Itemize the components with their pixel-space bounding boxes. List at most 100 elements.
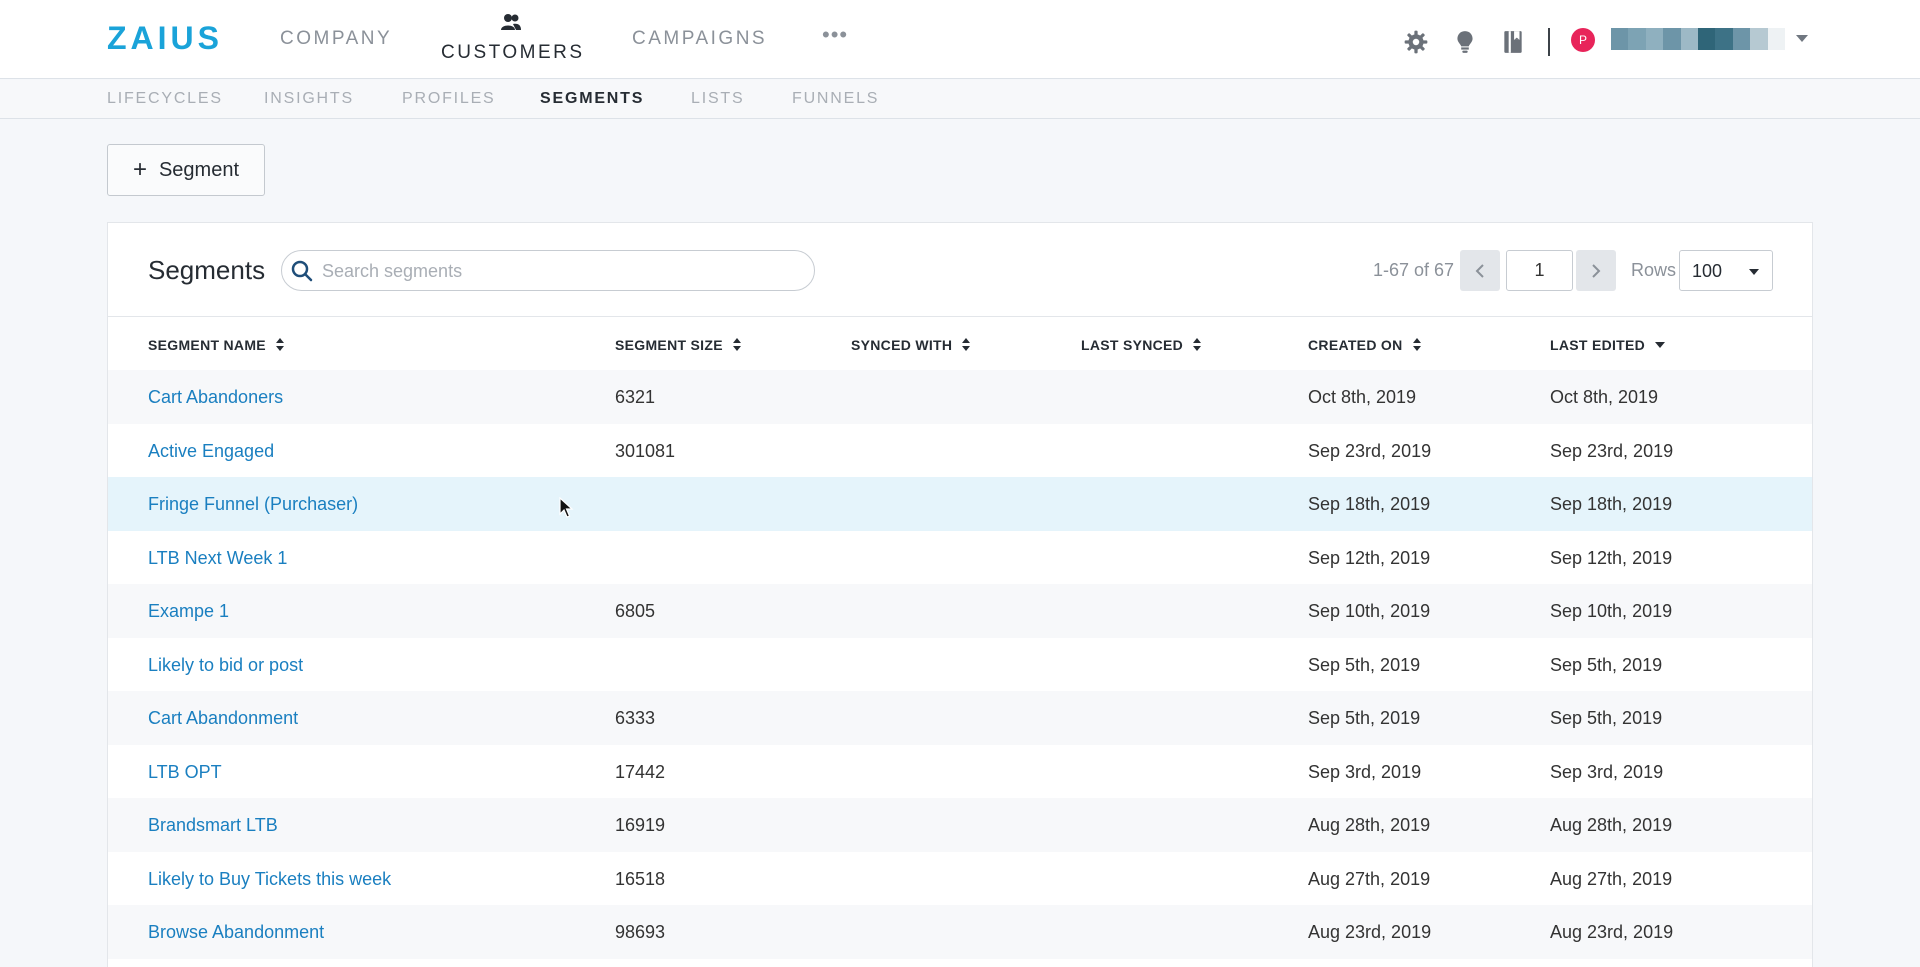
panel-title: Segments [148,255,266,285]
last-edited: Sep 12th, 2019 [1550,547,1673,568]
sort-icon [275,338,284,352]
segment-name-link[interactable]: Cart Abandonment [148,708,298,729]
subnav-lifecycles[interactable]: LIFECYCLES [107,90,223,108]
table-header: SEGMENT NAME SEGMENT SIZE SYNCED WITH LA… [108,316,1812,370]
segment-size: 16919 [615,815,666,835]
segments-panel: Segments 1-67 of 67 1 Rows 100 SEGMENT N… [107,222,1813,967]
header-divider [1548,28,1550,56]
created-on: Sep 12th, 2019 [1308,547,1431,568]
table-row[interactable]: LTB Next Week 1 Sep 12th, 2019 Sep 12th, 2… [108,530,1812,584]
last-edited: Oct 8th, 2019 [1550,387,1659,407]
created-on: Aug 27th, 2019 [1308,868,1431,889]
gear-icon[interactable] [1403,29,1429,55]
table-body: Cart Abandoners 6321 Oct 8th, 2019 Oct 8th,… [108,370,1812,959]
rows-per-page-select[interactable]: 100 [1679,250,1773,291]
next-page-button[interactable] [1576,250,1616,291]
pagination-summary: 1-67 of 67 [1373,260,1455,280]
table-row[interactable]: Cart Abandoners 6321 Oct 8th, 2019 Oct 8th,… [108,370,1812,424]
segment-name-link[interactable]: Cart Abandoners [148,387,283,408]
sort-icon [1193,338,1202,352]
segment-size: 16518 [615,868,666,889]
table-row[interactable]: Exampe 1 6805 Sep 10th, 2019 Sep 10th, 2019 [108,584,1812,638]
subnav-funnels[interactable]: FUNNELS [792,90,879,108]
page-number-input[interactable]: 1 [1506,250,1573,291]
segment-name-link[interactable]: Likely to Buy Tickets this week [148,869,391,890]
add-segment-button[interactable]: + Segment [107,144,265,196]
mouse-cursor-icon [559,497,574,518]
table-row[interactable]: LTB OPT 17442 Sep 3rd, 2019 Sep 3rd, 2019 [108,744,1812,798]
last-edited: Sep 5th, 2019 [1550,708,1663,728]
rows-label: Rows [1631,260,1677,280]
segment-size: 98693 [615,922,666,942]
sort-descending-icon [1655,342,1666,348]
last-edited: Sep 3rd, 2019 [1550,761,1664,782]
segment-name-link[interactable]: Active Engaged [148,441,274,462]
more-menu-icon[interactable]: ••• [822,22,848,48]
created-on: Oct 8th, 2019 [1308,387,1417,407]
sub-navigation: LIFECYCLES INSIGHTS PROFILES SEGMENTS LI… [0,80,1920,119]
add-segment-label: Segment [158,158,240,181]
table-row[interactable]: Brandsmart LTB 16919 Aug 28th, 2019 Aug 28t… [108,798,1812,852]
column-header-last-edited[interactable]: LAST EDITED [1550,337,1666,353]
nav-customers[interactable]: CUSTOMERS [441,42,585,64]
search-input[interactable] [322,259,792,283]
segment-name-link[interactable]: Fringe Funnel (Purchaser) [148,494,358,515]
column-header-segment-size[interactable]: SEGMENT SIZE [615,337,741,353]
last-edited: Aug 23rd, 2019 [1550,922,1674,942]
table-row[interactable]: Active Engaged 301081 Sep 23rd, 2019 Sep 23… [108,423,1812,477]
search-icon [291,260,313,282]
segment-size: 301081 [615,440,676,461]
subnav-lists[interactable]: LISTS [691,90,744,108]
created-on: Sep 5th, 2019 [1308,708,1421,728]
table-row[interactable]: Cart Abandonment 6333 Sep 5th, 2019 Sep 5th… [108,691,1812,745]
column-header-last-synced[interactable]: LAST SYNCED [1081,337,1202,353]
column-header-created-on[interactable]: CREATED ON [1308,337,1421,353]
segment-name-link[interactable]: Exampe 1 [148,601,229,622]
table-row[interactable]: Likely to bid or post Sep 5th, 2019 Sep 5t… [108,637,1812,691]
sort-icon [962,338,971,352]
segment-size: 17442 [615,761,666,782]
sort-icon [1412,338,1421,352]
created-on: Sep 10th, 2019 [1308,601,1431,621]
table-row[interactable]: Likely to Buy Tickets this week 16518 Aug … [108,851,1812,905]
zaius-logo[interactable]: ZAIUS [107,20,223,57]
subnav-segments[interactable]: SEGMENTS [540,90,644,108]
last-edited: Aug 28th, 2019 [1550,815,1673,835]
column-header-segment-name[interactable]: SEGMENT NAME [148,337,284,353]
chevron-left-icon [1475,263,1484,278]
search-box[interactable] [281,250,815,291]
created-on: Sep 23rd, 2019 [1308,440,1432,461]
subnav-insights[interactable]: INSIGHTS [264,90,354,108]
created-on: Aug 28th, 2019 [1308,815,1431,835]
subnav-profiles[interactable]: PROFILES [402,90,496,108]
table-row[interactable]: Browse Abandonment 98693 Aug 23rd, 2019 Aug… [108,905,1812,959]
created-on: Sep 18th, 2019 [1308,494,1431,514]
table-row[interactable]: Fringe Funnel (Purchaser) Sep 18th, 2019 S… [108,477,1812,531]
segment-name-link[interactable]: Brandsmart LTB [148,815,278,836]
prev-page-button[interactable] [1460,250,1500,291]
column-header-synced-with[interactable]: SYNCED WITH [851,337,971,353]
plus-icon: + [132,156,147,183]
segment-name-link[interactable]: LTB Next Week 1 [148,548,287,569]
segment-size: 6321 [615,387,656,407]
chevron-right-icon [1592,263,1601,278]
created-on: Sep 3rd, 2019 [1308,761,1422,782]
last-edited: Aug 27th, 2019 [1550,868,1673,889]
sort-icon [732,338,741,352]
created-on: Aug 23rd, 2019 [1308,922,1432,942]
lightbulb-icon[interactable] [1452,29,1478,55]
created-on: Sep 5th, 2019 [1308,654,1421,675]
nav-campaigns[interactable]: CAMPAIGNS [632,28,767,50]
user-avatar[interactable]: P [1571,28,1595,52]
last-edited: Sep 18th, 2019 [1550,494,1673,514]
segment-name-link[interactable]: Likely to bid or post [148,655,303,676]
redacted-username[interactable] [1611,28,1786,50]
segment-name-link[interactable]: Browse Abandonment [148,922,324,943]
nav-company[interactable]: COMPANY [280,28,392,50]
chevron-down-icon [1749,269,1759,275]
segment-name-link[interactable]: LTB OPT [148,762,222,783]
user-menu-chevron-down-icon[interactable] [1796,35,1808,42]
docs-book-icon[interactable] [1500,29,1526,55]
last-edited: Sep 10th, 2019 [1550,601,1673,621]
last-edited: Sep 23rd, 2019 [1550,440,1674,461]
